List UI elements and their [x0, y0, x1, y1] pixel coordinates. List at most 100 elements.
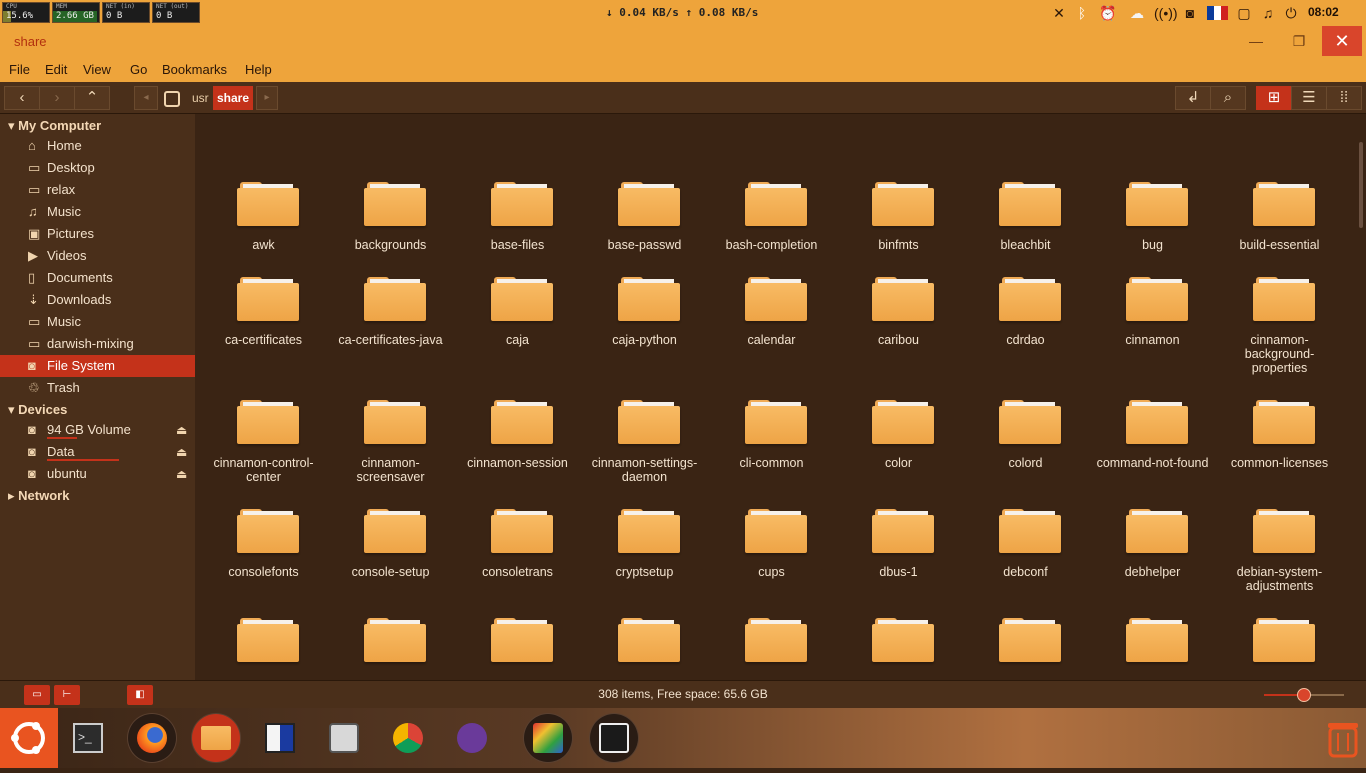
- zoom-slider[interactable]: [1264, 688, 1344, 702]
- dock-tor-browser[interactable]: [448, 714, 496, 762]
- devices-label: Devices: [18, 402, 68, 417]
- sidebar-item-file-system[interactable]: ◙ File System: [0, 355, 195, 377]
- documents-icon: ▯: [28, 270, 36, 285]
- dock-color-picker[interactable]: [524, 714, 572, 762]
- net-in-monitor[interactable]: NET (in) 0 B: [102, 2, 150, 23]
- dock-screenshot[interactable]: [320, 714, 368, 762]
- close-button[interactable]: ✕: [1322, 26, 1362, 56]
- sidebar-item-darwish-mixing[interactable]: ▭ darwish-mixing: [0, 333, 195, 355]
- keyboard-layout-flag-icon[interactable]: [1207, 6, 1228, 20]
- file-item-label: build-essential: [1239, 238, 1320, 252]
- dock: >_: [0, 708, 1366, 768]
- dock-chrome[interactable]: [384, 714, 432, 762]
- list-view-button[interactable]: ☰: [1291, 86, 1327, 110]
- folder-icon: [491, 398, 553, 444]
- breadcrumb-left-button[interactable]: ◂: [134, 86, 158, 110]
- file-item-label: awk: [252, 238, 275, 252]
- power-icon[interactable]: ⏻: [1282, 4, 1300, 22]
- sudoku-icon: [265, 723, 295, 753]
- file-item-label: dbus-1: [879, 565, 918, 579]
- dock-firefox[interactable]: [128, 714, 176, 762]
- breadcrumb-usr[interactable]: usr: [189, 86, 212, 110]
- forward-button[interactable]: ›: [39, 86, 75, 110]
- zoom-knob[interactable]: [1297, 688, 1311, 702]
- sidebar-item-documents[interactable]: ▯ Documents: [0, 267, 195, 289]
- dock-trash[interactable]: [1326, 718, 1360, 758]
- sidebar-item-pictures[interactable]: ▣ Pictures: [0, 223, 195, 245]
- wifi-icon[interactable]: ((•)): [1154, 4, 1178, 22]
- network-header[interactable]: ▸ Network: [8, 488, 69, 504]
- devices-header[interactable]: ▾ Devices: [8, 402, 67, 418]
- filesystem-crumb-icon[interactable]: [164, 91, 180, 107]
- menu-help[interactable]: Help: [245, 62, 272, 77]
- my-computer-header[interactable]: ▾ My Computer: [8, 118, 101, 134]
- firefox-icon: [137, 723, 167, 753]
- dock-terminal[interactable]: >_: [64, 714, 112, 762]
- menu-edit[interactable]: Edit: [45, 62, 67, 77]
- list-icon: ☰: [1302, 89, 1316, 106]
- sidebar-item-label: Trash: [47, 380, 80, 395]
- cpu-monitor[interactable]: CPU 15.6%: [2, 2, 50, 23]
- bluetooth-icon[interactable]: ᛒ: [1074, 4, 1090, 22]
- file-item-label: binfmts: [878, 238, 919, 252]
- file-item-label: bash-completion: [725, 238, 818, 252]
- eject-icon[interactable]: ⏏: [176, 441, 187, 463]
- menu-view[interactable]: View: [83, 62, 111, 77]
- mem-monitor[interactable]: MEM 2.66 GB: [52, 2, 100, 23]
- screenshot-tray-icon[interactable]: ◙: [1182, 4, 1198, 22]
- scrollbar[interactable]: [1359, 142, 1363, 228]
- alarm-clock-icon[interactable]: ⏰: [1096, 4, 1120, 22]
- sidebar-item-music-folder[interactable]: ▭ Music: [0, 311, 195, 333]
- sidebar-item-desktop[interactable]: ▭ Desktop: [0, 157, 195, 179]
- window-list-icon[interactable]: ▢: [1236, 4, 1252, 22]
- compact-view-button[interactable]: ⁞⁞: [1326, 86, 1362, 110]
- file-view[interactable]: application-registryapplicationsapportap…: [195, 114, 1366, 680]
- file-item-label: color: [884, 456, 913, 470]
- weather-icon[interactable]: ☁: [1126, 4, 1148, 22]
- sidebar-item-trash[interactable]: ♲ Trash: [0, 377, 195, 399]
- sidebar-item-videos[interactable]: ▶ Videos: [0, 245, 195, 267]
- ubuntu-menu-button[interactable]: [0, 708, 58, 768]
- eject-icon[interactable]: ⏏: [176, 463, 187, 485]
- expand-arrow-icon: ▾: [8, 118, 15, 133]
- folder-icon: [1126, 180, 1188, 226]
- mem-label: MEM: [56, 3, 67, 10]
- window-titlebar[interactable]: share — ❐ ✕: [0, 26, 1366, 58]
- breadcrumb-right-button[interactable]: ▸: [256, 86, 278, 110]
- chevron-up-icon: ⌃: [85, 89, 99, 106]
- dock-video-player[interactable]: [590, 714, 638, 762]
- net-speed-indicator[interactable]: ↓ 0.04 KB/s ↑ 0.08 KB/s: [606, 6, 758, 19]
- icon-view-button[interactable]: ⊞: [1256, 86, 1292, 110]
- minimize-button[interactable]: —: [1236, 26, 1276, 56]
- net-in-value: 0 B: [106, 11, 123, 21]
- x-indicator-icon[interactable]: ✕: [1052, 4, 1066, 22]
- up-button[interactable]: ⌃: [74, 86, 110, 110]
- file-item-label: cinnamon-settings-daemon: [591, 456, 698, 484]
- maximize-button[interactable]: ❐: [1279, 26, 1319, 56]
- location-toggle-button[interactable]: ↲: [1175, 86, 1211, 110]
- folder-icon: [491, 507, 553, 553]
- eject-icon[interactable]: ⏏: [176, 419, 187, 441]
- dock-files[interactable]: [192, 714, 240, 762]
- sidebar-item-relax[interactable]: ▭ relax: [0, 179, 195, 201]
- sidebar-device-94gb-volume[interactable]: ◙ 94 GB Volume ⏏: [0, 419, 195, 441]
- search-button[interactable]: ⌕: [1210, 86, 1246, 110]
- menu-bookmarks[interactable]: Bookmarks: [162, 62, 227, 77]
- file-item-label: base-files: [490, 238, 545, 252]
- back-button[interactable]: ‹: [4, 86, 40, 110]
- sidebar-item-downloads[interactable]: ⇣ Downloads: [0, 289, 195, 311]
- menu-go[interactable]: Go: [130, 62, 147, 77]
- music-tray-icon[interactable]: ♫: [1260, 4, 1276, 22]
- sidebar-item-home[interactable]: ⌂ Home: [0, 135, 195, 157]
- menu-file[interactable]: File: [9, 62, 30, 77]
- file-item-label: cinnamon: [1125, 333, 1180, 347]
- folder-icon: [618, 507, 680, 553]
- breadcrumb-share[interactable]: share: [213, 86, 254, 110]
- net-out-monitor[interactable]: NET (out) 0 B: [152, 2, 200, 23]
- folder-icon: [872, 616, 934, 662]
- sidebar-item-music[interactable]: ♫ Music: [0, 201, 195, 223]
- sidebar-device-ubuntu[interactable]: ◙ ubuntu ⏏: [0, 463, 195, 485]
- clock[interactable]: 08:02: [1308, 5, 1339, 19]
- dock-sudoku[interactable]: [256, 714, 304, 762]
- file-item-label: ca-certificates-java: [338, 333, 443, 347]
